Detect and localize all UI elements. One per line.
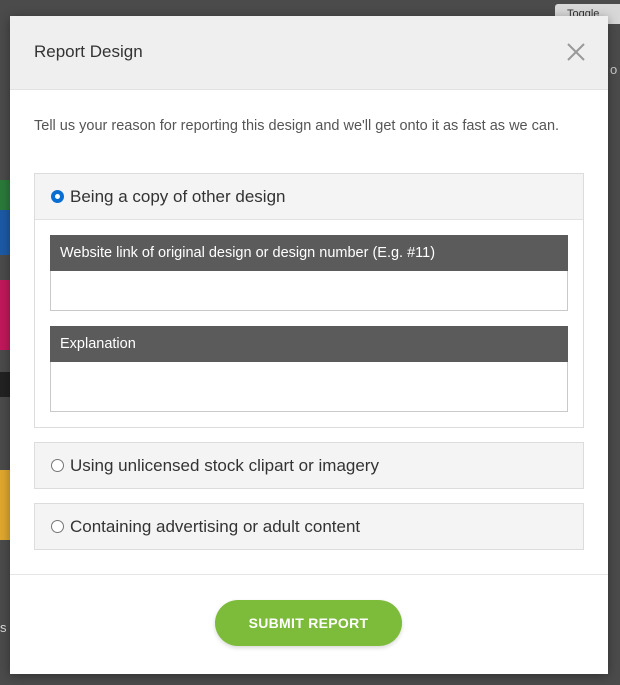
background-strip [0, 372, 10, 397]
option-label: Using unlicensed stock clipart or imager… [70, 455, 379, 475]
option-label: Being a copy of other design [70, 186, 286, 206]
option-copy-design: Being a copy of other design Website lin… [34, 173, 584, 428]
radio-unlicensed-clipart[interactable] [51, 459, 64, 472]
background-text: s [0, 620, 7, 635]
modal-footer: SUBMIT REPORT [10, 574, 608, 674]
background-strip [0, 210, 10, 255]
option-advertising-content: Containing advertising or adult content [34, 503, 584, 550]
field-label: Explanation [50, 326, 568, 362]
background-strip [0, 180, 10, 210]
intro-text: Tell us your reason for reporting this d… [34, 118, 560, 134]
option-unlicensed-clipart-header[interactable]: Using unlicensed stock clipart or imager… [35, 443, 583, 488]
report-design-modal: Report Design Tell us your reason for re… [10, 16, 608, 674]
option-copy-design-body: Website link of original design or desig… [35, 219, 583, 427]
option-copy-design-header[interactable]: Being a copy of other design [35, 174, 583, 219]
modal-header: Report Design [10, 16, 608, 90]
original-link-input[interactable] [50, 271, 568, 311]
option-advertising-content-header[interactable]: Containing advertising or adult content [35, 504, 583, 549]
original-link-field: Website link of original design or desig… [50, 235, 568, 311]
modal-title: Report Design [34, 42, 143, 61]
background-text: o [610, 62, 618, 77]
close-button[interactable] [564, 40, 588, 64]
submit-report-button[interactable]: SUBMIT REPORT [215, 600, 402, 646]
option-label: Containing advertising or adult content [70, 516, 361, 536]
background-strip [0, 470, 10, 540]
explanation-textarea[interactable] [50, 362, 568, 412]
option-unlicensed-clipart: Using unlicensed stock clipart or imager… [34, 442, 584, 489]
radio-advertising-content[interactable] [51, 520, 64, 533]
field-label: Website link of original design or desig… [50, 235, 568, 271]
radio-copy-design[interactable] [51, 190, 64, 203]
background-strip [0, 280, 10, 350]
explanation-field: Explanation [50, 326, 568, 412]
close-icon [567, 43, 585, 61]
